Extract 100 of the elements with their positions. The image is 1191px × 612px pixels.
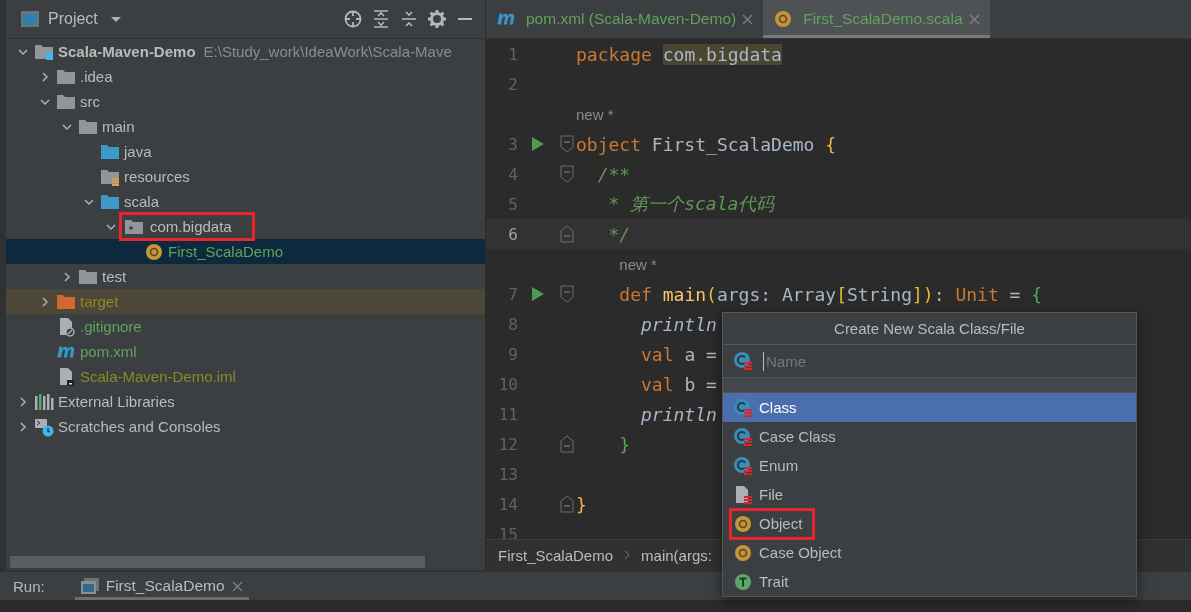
tree-item-label[interactable]: .gitignore <box>80 318 142 335</box>
tree-item-label[interactable]: com.bigdata <box>148 218 234 235</box>
tree-item-label[interactable]: Scala-Maven-Demo.iml <box>80 368 236 385</box>
tree-row[interactable]: java <box>6 139 485 164</box>
panel-icon <box>20 10 40 28</box>
scrollbar[interactable] <box>10 556 425 568</box>
tree-item-label[interactable]: External Libraries <box>58 393 175 410</box>
line-number: 4 <box>507 164 518 184</box>
tree-item-label[interactable]: Scala-Maven-Demo <box>58 43 196 60</box>
inlay-hint: new * <box>576 105 614 123</box>
line-number: 9 <box>507 344 518 364</box>
line-number: 2 <box>507 74 518 94</box>
run-icon[interactable] <box>531 286 545 302</box>
code-line: * 第一个scala代码 <box>607 192 775 216</box>
tree-item-label[interactable]: resources <box>124 168 190 185</box>
code-line: object First_ScalaDemo { <box>576 133 837 155</box>
tree-row[interactable]: Scala-Maven-Demo.iml <box>6 364 485 389</box>
run-tab[interactable]: First_ScalaDemo <box>74 572 249 600</box>
settings-icon[interactable] <box>427 9 447 29</box>
line-number: 14 <box>497 494 518 514</box>
console-clock-icon <box>34 416 54 437</box>
close-icon[interactable] <box>231 580 243 592</box>
chevron-right-icon <box>623 550 632 560</box>
popup-item[interactable]: Object <box>723 509 1136 538</box>
tree-item-label[interactable]: .idea <box>80 68 113 85</box>
line-number: 11 <box>497 404 518 424</box>
crosshair-icon[interactable] <box>343 9 363 29</box>
code-line: package com.bigdata <box>576 43 782 65</box>
line-number: 6 <box>507 224 518 244</box>
editor-tab[interactable]: pom.xml (Scala-Maven-Demo) <box>486 0 764 38</box>
tree-item-label[interactable]: src <box>80 93 100 110</box>
trait-icon <box>733 571 753 592</box>
popup-item[interactable]: Case Object <box>723 538 1136 567</box>
object-icon <box>733 513 753 534</box>
tree-item-label[interactable]: test <box>102 268 127 285</box>
class-icon <box>733 397 753 418</box>
highlight-frame: Object <box>729 507 816 540</box>
line-number: 3 <box>507 134 518 154</box>
code-line: */ <box>607 223 631 245</box>
tree-item-label[interactable]: scala <box>124 193 160 210</box>
code-line: println <box>640 313 717 335</box>
chevron-right-icon[interactable] <box>61 270 73 283</box>
tree-item-label[interactable]: First_ScalaDemo <box>168 243 284 260</box>
console-icon <box>80 578 99 594</box>
code-line: } <box>576 493 587 515</box>
panel-title[interactable]: Project <box>48 10 98 28</box>
library-icon <box>34 391 54 412</box>
tree-row[interactable]: First_ScalaDemo <box>6 239 485 264</box>
breadcrumb[interactable]: main(args: <box>641 546 712 564</box>
breadcrumb[interactable]: First_ScalaDemo <box>498 546 614 564</box>
tree-row[interactable]: src <box>6 89 485 114</box>
popup-item[interactable]: Class <box>723 393 1136 422</box>
inlay-hint: new * <box>619 255 657 273</box>
line-number: 8 <box>507 314 518 334</box>
tree-row[interactable]: test <box>6 264 485 289</box>
line-number: 12 <box>497 434 518 454</box>
tree-row[interactable]: scala <box>6 189 485 214</box>
expand-all-icon[interactable] <box>371 9 391 29</box>
tree-row[interactable]: com.bigdata <box>6 214 485 239</box>
popup-title: Create New Scala Class/File <box>723 313 1136 345</box>
name-field[interactable]: Name <box>763 351 1128 371</box>
object-icon <box>144 241 164 262</box>
tree-item-label[interactable]: java <box>124 143 152 160</box>
class-icon <box>733 455 753 476</box>
run-label: Run: <box>13 577 45 595</box>
code-line: def main(args: Array[String]): Unit = { <box>618 283 1043 305</box>
project-path: E:\Study_work\IdeaWork\Scala-Mave <box>203 43 452 60</box>
tree-row[interactable]: Scala-Maven-Demo E:\Study_work\IdeaWork\Scala-Mave <box>6 39 485 64</box>
code-line: val a = <box>640 343 717 365</box>
tree-item-label[interactable]: main <box>102 118 135 135</box>
tree-item-label[interactable]: pom.xml <box>80 343 137 360</box>
code-line: val b = <box>640 373 717 395</box>
class-icon <box>733 426 753 447</box>
code-line: println <box>640 403 717 425</box>
tree-row[interactable]: resources <box>6 164 485 189</box>
popup-item[interactable]: Enum <box>723 451 1136 480</box>
line-number: 13 <box>497 464 518 484</box>
chevron-right-icon[interactable] <box>39 295 51 308</box>
tree-row[interactable]: Scratches and Consoles <box>6 414 485 439</box>
chevron-right-icon[interactable] <box>17 395 29 408</box>
tree-row[interactable]: pom.xml <box>6 339 485 364</box>
tree-item-label[interactable]: Scratches and Consoles <box>58 418 221 435</box>
line-number: 15 <box>497 524 518 539</box>
close-icon[interactable] <box>742 13 754 25</box>
tree-row[interactable]: External Libraries <box>6 389 485 414</box>
chevron-right-icon[interactable] <box>39 70 51 83</box>
collapse-all-icon[interactable] <box>399 9 419 29</box>
popup-item[interactable]: File <box>723 480 1136 509</box>
tree-row[interactable]: .gitignore <box>6 314 485 339</box>
line-number: 10 <box>497 374 518 394</box>
popup-item[interactable]: Trait <box>723 567 1136 596</box>
tree-row[interactable]: main <box>6 114 485 139</box>
chevron-right-icon[interactable] <box>17 420 29 433</box>
popup-item[interactable]: Case Class <box>723 422 1136 451</box>
m-logo-icon <box>56 345 76 358</box>
code-line: } <box>618 433 631 455</box>
run-icon[interactable] <box>531 136 545 152</box>
line-number: 1 <box>507 44 518 64</box>
tree-row[interactable]: .idea <box>6 64 485 89</box>
object-icon <box>733 542 753 563</box>
